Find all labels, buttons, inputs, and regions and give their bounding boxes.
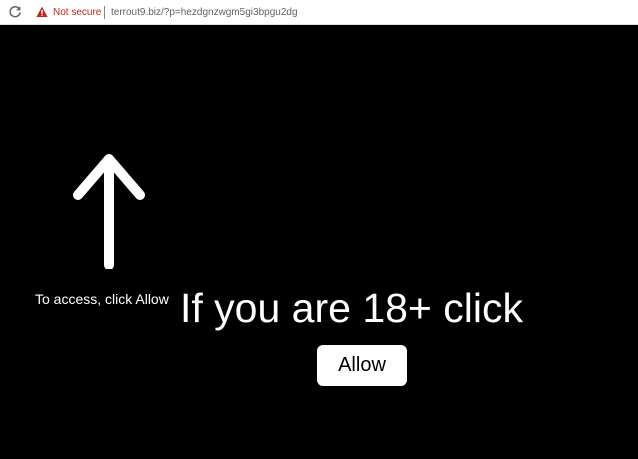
page-content: To access, click Allow If you are 18+ cl…	[0, 25, 638, 459]
reload-icon[interactable]	[8, 5, 22, 19]
arrow-up-icon	[73, 154, 145, 269]
browser-address-bar: Not secure terrout9.biz/?p=hezdgnzwgm5gi…	[0, 0, 638, 25]
not-secure-label[interactable]: Not secure	[53, 6, 101, 19]
hint-text: To access, click Allow	[35, 291, 169, 307]
address-separator	[104, 6, 105, 19]
url-text[interactable]: terrout9.biz/?p=hezdgnzwgm5gi3bpgu2dg	[111, 6, 298, 19]
allow-button[interactable]: Allow	[317, 345, 407, 386]
headline: If you are 18+ click	[180, 285, 523, 331]
warning-icon[interactable]	[36, 6, 48, 18]
